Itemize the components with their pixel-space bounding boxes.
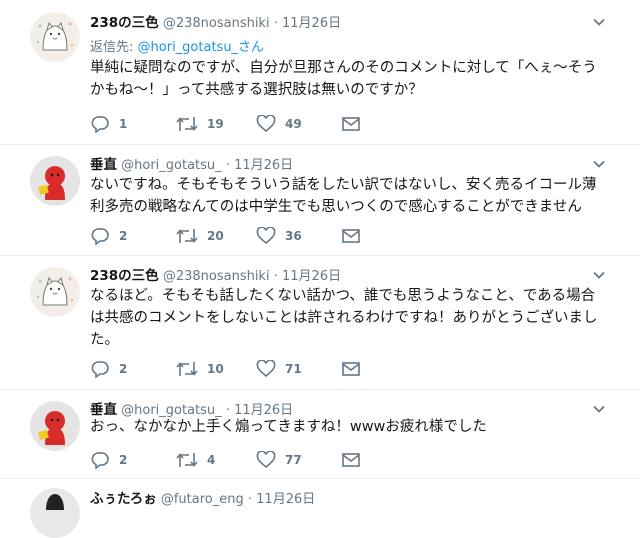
- retweet-icon: [176, 227, 198, 245]
- display-name[interactable]: 238の三色: [90, 268, 159, 284]
- divider: [0, 255, 640, 256]
- reply-count: 2: [119, 362, 128, 376]
- direct-message-button[interactable]: [342, 449, 360, 471]
- tweet-header: ふぅたろぉ @futaro_eng · 11月26日: [90, 487, 315, 507]
- envelope-icon: [342, 452, 360, 468]
- reply-button[interactable]: 2: [90, 358, 127, 380]
- reply-to-prefix: 返信先:: [90, 40, 134, 55]
- tweet-text-line: なるほど。そもそも話したくない話かつ、誰でも思うようなこと、である場合: [90, 288, 596, 304]
- retweet-icon: [176, 451, 198, 469]
- like-button[interactable]: 71: [256, 358, 302, 380]
- reply-icon: [90, 451, 110, 469]
- tweet-text-line: ないですね。そもそもそういう話をしたい訳ではないし、安く売るイコール薄: [90, 177, 597, 193]
- reply-icon: [90, 227, 110, 245]
- divider: [0, 478, 640, 479]
- tweet-actions: 2 4 77: [90, 449, 390, 471]
- separator-dot: ·: [247, 492, 253, 507]
- dark-avatar[interactable]: [30, 488, 80, 538]
- tweet-actions: 2 10 71: [90, 358, 390, 380]
- retweet-button[interactable]: 20: [176, 225, 224, 247]
- direct-message-button[interactable]: [342, 358, 360, 380]
- like-count: 71: [285, 362, 302, 376]
- tweet-date[interactable]: 11月26日: [282, 269, 341, 284]
- retweet-count: 10: [207, 362, 224, 376]
- envelope-icon: [342, 116, 360, 132]
- tweet-date[interactable]: 11月26日: [234, 158, 293, 173]
- tweet-text: なるほど。そもそも話したくない話かつ、誰でも思うようなこと、である場合 は共感の…: [90, 285, 610, 351]
- like-button[interactable]: 77: [256, 449, 302, 471]
- separator-dot: ·: [225, 158, 230, 173]
- tweet-text: 単純に疑問なのですが、自分が旦那さんのそのコメントに対して「へぇ～そう かもね～…: [90, 57, 610, 101]
- chevron-down-icon[interactable]: [591, 401, 607, 417]
- retweet-button[interactable]: 10: [176, 358, 224, 380]
- display-name[interactable]: ふぅたろぉ: [90, 491, 157, 507]
- tweet-text: ないですね。そもそもそういう話をしたい訳ではないし、安く売るイコール薄 利多売の…: [90, 174, 610, 218]
- separator-dot: ·: [273, 269, 278, 284]
- heart-icon: [256, 451, 276, 469]
- reply-icon: [90, 115, 110, 133]
- chevron-down-icon[interactable]: [591, 14, 607, 30]
- display-name[interactable]: 238の三色: [90, 15, 159, 31]
- retweet-button[interactable]: 4: [176, 449, 215, 471]
- tweet-header: 238の三色 @238nosanshiki · 11月26日: [90, 11, 341, 31]
- reply-button[interactable]: 2: [90, 225, 127, 247]
- cat-avatar[interactable]: [30, 267, 80, 317]
- reply-count: 2: [119, 453, 128, 467]
- tweet-text: おっ、なかなか上手く煽ってきますね！wwwお疲れ様でした: [90, 416, 610, 438]
- tweet-text-line: かもね～！」って共感する選択肢は無いのですか？: [90, 82, 423, 98]
- display-name[interactable]: 垂直: [90, 157, 117, 173]
- tweet-actions: 1 19 49: [90, 113, 390, 135]
- tweet-header: 238の三色 @238nosanshiki · 11月26日: [90, 264, 341, 284]
- tweet-text-line: は共感のコメントをしないことは許されるわけですね！ありがとうございまし: [90, 310, 598, 326]
- direct-message-button[interactable]: [342, 113, 360, 135]
- user-handle[interactable]: @238nosanshiki: [163, 269, 270, 284]
- like-count: 77: [285, 453, 302, 467]
- envelope-icon: [342, 228, 360, 244]
- heart-icon: [256, 115, 276, 133]
- tweet-text-line: た。: [90, 332, 119, 348]
- retweet-count: 20: [207, 229, 224, 243]
- chevron-down-icon[interactable]: [591, 267, 607, 283]
- divider: [0, 389, 640, 390]
- heart-icon: [256, 360, 276, 378]
- red-character-avatar[interactable]: [30, 401, 80, 451]
- retweet-button[interactable]: 19: [176, 113, 224, 135]
- like-button[interactable]: 36: [256, 225, 302, 247]
- tweet-header: 垂直 @hori_gotatsu_ · 11月26日: [90, 153, 293, 173]
- like-count: 49: [285, 117, 302, 131]
- user-handle[interactable]: @futaro_eng: [161, 492, 244, 507]
- retweet-icon: [176, 115, 198, 133]
- retweet-count: 4: [207, 453, 216, 467]
- reply-count: 1: [119, 117, 128, 131]
- reply-button[interactable]: 1: [90, 113, 127, 135]
- reply-to-link[interactable]: @hori_gotatsu_さん: [138, 40, 265, 55]
- tweet-text-line: 利多売の戦略なんてのは中学生でも思いつくので感心することができません: [90, 199, 582, 215]
- direct-message-button[interactable]: [342, 225, 360, 247]
- reply-to-line: 返信先: @hori_gotatsu_さん: [90, 36, 264, 55]
- tweet-text-line: 単純に疑問なのですが、自分が旦那さんのそのコメントに対して「へぇ～そう: [90, 60, 597, 76]
- retweet-icon: [176, 360, 198, 378]
- like-button[interactable]: 49: [256, 113, 302, 135]
- tweet-text-line: おっ、なかなか上手く煽ってきますね！wwwお疲れ様でした: [90, 419, 487, 435]
- like-count: 36: [285, 229, 302, 243]
- tweet-date[interactable]: 11月26日: [256, 492, 315, 507]
- reply-button[interactable]: 2: [90, 449, 127, 471]
- red-character-avatar[interactable]: [30, 156, 80, 206]
- reply-icon: [90, 360, 110, 378]
- tweet-actions: 2 20 36: [90, 225, 390, 247]
- separator-dot: ·: [273, 16, 278, 31]
- heart-icon: [256, 227, 276, 245]
- user-handle[interactable]: @238nosanshiki: [163, 16, 270, 31]
- tweet-header: 垂直 @hori_gotatsu_ · 11月26日: [90, 398, 293, 418]
- user-handle[interactable]: @hori_gotatsu_: [121, 158, 222, 173]
- tweet-date[interactable]: 11月26日: [282, 16, 341, 31]
- divider: [0, 144, 640, 145]
- retweet-count: 19: [207, 117, 224, 131]
- cat-avatar[interactable]: [30, 12, 80, 62]
- reply-count: 2: [119, 229, 128, 243]
- chevron-down-icon[interactable]: [591, 156, 607, 172]
- envelope-icon: [342, 361, 360, 377]
